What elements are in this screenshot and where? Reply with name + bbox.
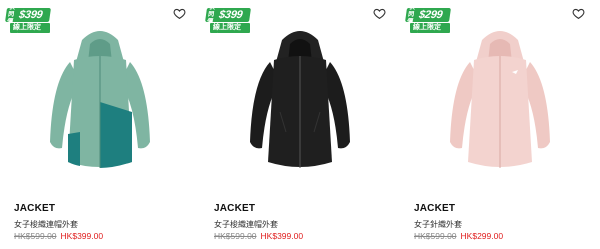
price-row: HK$599.00 HK$399.00 — [214, 231, 303, 241]
product-name[interactable]: JACKET — [214, 203, 255, 214]
wishlist-heart-icon[interactable] — [173, 7, 186, 20]
product-card[interactable]: 快閃價 $399 線上限定款 JACKET 女子梭織連帽外套 HK$599.00… — [200, 0, 398, 249]
product-card[interactable]: 快閃價 $399 線上限定款 JACKET 女子梭織連帽外套 HK$599.00… — [0, 0, 198, 249]
price-row: HK$599.00 HK$299.00 — [414, 231, 503, 241]
sale-price: HK$399.00 — [260, 231, 304, 241]
product-image-jacket-black[interactable] — [240, 22, 360, 182]
product-subtitle: 女子針織外套 — [414, 220, 462, 229]
product-grid: 快閃價 $399 線上限定款 JACKET 女子梭織連帽外套 HK$599.00… — [0, 0, 600, 249]
original-price: HK$599.00 — [14, 231, 57, 241]
flash-price-value: $299 — [418, 9, 444, 21]
product-image-jacket-pink[interactable] — [440, 22, 560, 182]
sale-price: HK$299.00 — [460, 231, 504, 241]
product-image-jacket-green[interactable] — [40, 22, 160, 182]
flash-price-banner: 快閃價 $299 — [405, 5, 451, 25]
original-price: HK$599.00 — [214, 231, 257, 241]
flash-price-banner: 快閃價 $399 — [205, 5, 251, 25]
product-name[interactable]: JACKET — [14, 203, 55, 214]
flash-price-banner: 快閃價 $399 — [5, 5, 51, 25]
product-subtitle: 女子梭織連帽外套 — [214, 220, 278, 229]
product-subtitle: 女子梭織連帽外套 — [14, 220, 78, 229]
product-name[interactable]: JACKET — [414, 203, 455, 214]
wishlist-heart-icon[interactable] — [373, 7, 386, 20]
wishlist-heart-icon[interactable] — [572, 7, 585, 20]
product-card[interactable]: 快閃價 $299 線上限定款 JACKET 女子針織外套 HK$599.00 HK… — [400, 0, 598, 249]
price-row: HK$599.00 HK$399.00 — [14, 231, 103, 241]
flash-price-value: $399 — [218, 9, 244, 21]
flash-price-value: $399 — [18, 9, 44, 21]
original-price: HK$599.00 — [414, 231, 457, 241]
sale-price: HK$399.00 — [60, 231, 104, 241]
